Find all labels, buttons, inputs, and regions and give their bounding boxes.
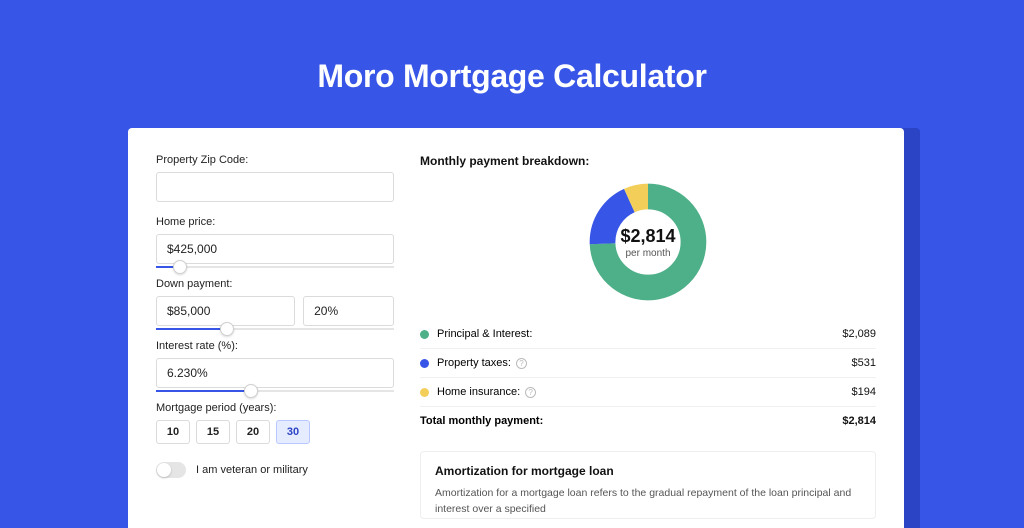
- home-price-slider-thumb[interactable]: [173, 260, 187, 274]
- legend-value-taxes: $531: [852, 357, 876, 369]
- legend-label-taxes-text: Property taxes:: [437, 357, 511, 369]
- legend-row-insurance: Home insurance: ? $194: [420, 378, 876, 407]
- period-option-30[interactable]: 30: [276, 420, 310, 444]
- legend-label-total: Total monthly payment:: [420, 415, 842, 427]
- field-mortgage-period: Mortgage period (years): 10 15 20 30: [156, 402, 394, 444]
- period-option-10[interactable]: 10: [156, 420, 190, 444]
- veteran-toggle-knob: [157, 463, 171, 477]
- donut-chart-wrap: $2,814 per month: [420, 182, 876, 302]
- amortization-body: Amortization for a mortgage loan refers …: [435, 486, 861, 518]
- legend-row-principal: Principal & Interest: $2,089: [420, 320, 876, 349]
- info-icon[interactable]: ?: [525, 387, 536, 398]
- calculator-panel: Property Zip Code: Home price: Down paym…: [128, 128, 904, 528]
- field-down-payment: Down payment:: [156, 278, 394, 326]
- down-payment-percent-input[interactable]: [303, 296, 394, 326]
- interest-rate-slider-fill: [156, 390, 251, 392]
- donut-sub: per month: [625, 248, 670, 259]
- interest-rate-label: Interest rate (%):: [156, 340, 394, 352]
- legend-label-principal: Principal & Interest:: [437, 328, 842, 340]
- home-price-input[interactable]: [156, 234, 394, 264]
- veteran-toggle[interactable]: [156, 462, 186, 478]
- donut-amount: $2,814: [620, 226, 675, 247]
- mortgage-period-row: 10 15 20 30: [156, 420, 394, 444]
- zip-input[interactable]: [156, 172, 394, 202]
- down-payment-slider-thumb[interactable]: [220, 322, 234, 336]
- down-payment-slider[interactable]: [156, 328, 394, 330]
- legend-label-principal-text: Principal & Interest:: [437, 328, 532, 340]
- field-interest-rate: Interest rate (%):: [156, 340, 394, 388]
- legend-label-insurance-text: Home insurance:: [437, 386, 520, 398]
- info-icon[interactable]: ?: [516, 358, 527, 369]
- breakdown-column: Monthly payment breakdown: $2,814 per mo…: [420, 154, 876, 528]
- veteran-label: I am veteran or military: [196, 464, 308, 476]
- veteran-row: I am veteran or military: [156, 462, 394, 478]
- field-zip: Property Zip Code:: [156, 154, 394, 202]
- home-price-label: Home price:: [156, 216, 394, 228]
- down-payment-label: Down payment:: [156, 278, 394, 290]
- donut-center: $2,814 per month: [588, 182, 708, 302]
- legend-row-taxes: Property taxes: ? $531: [420, 349, 876, 378]
- legend-value-insurance: $194: [852, 386, 876, 398]
- amortization-card: Amortization for mortgage loan Amortizat…: [420, 451, 876, 519]
- legend-dot-taxes: [420, 359, 429, 368]
- interest-rate-slider-thumb[interactable]: [244, 384, 258, 398]
- period-option-15[interactable]: 15: [196, 420, 230, 444]
- amortization-title: Amortization for mortgage loan: [435, 464, 861, 478]
- donut-chart: $2,814 per month: [588, 182, 708, 302]
- form-column: Property Zip Code: Home price: Down paym…: [156, 154, 394, 528]
- interest-rate-slider[interactable]: [156, 390, 394, 392]
- zip-label: Property Zip Code:: [156, 154, 394, 166]
- legend-dot-principal: [420, 330, 429, 339]
- field-home-price: Home price:: [156, 216, 394, 264]
- breakdown-title: Monthly payment breakdown:: [420, 154, 876, 168]
- legend-row-total: Total monthly payment: $2,814: [420, 407, 876, 435]
- period-option-20[interactable]: 20: [236, 420, 270, 444]
- down-payment-slider-fill: [156, 328, 227, 330]
- legend-label-insurance: Home insurance: ?: [437, 386, 852, 398]
- legend-label-taxes: Property taxes: ?: [437, 357, 852, 369]
- home-price-slider[interactable]: [156, 266, 394, 268]
- legend-value-total: $2,814: [842, 415, 876, 427]
- interest-rate-input[interactable]: [156, 358, 394, 388]
- page-title: Moro Mortgage Calculator: [0, 0, 1024, 117]
- legend-value-principal: $2,089: [842, 328, 876, 340]
- legend-dot-insurance: [420, 388, 429, 397]
- mortgage-period-label: Mortgage period (years):: [156, 402, 394, 414]
